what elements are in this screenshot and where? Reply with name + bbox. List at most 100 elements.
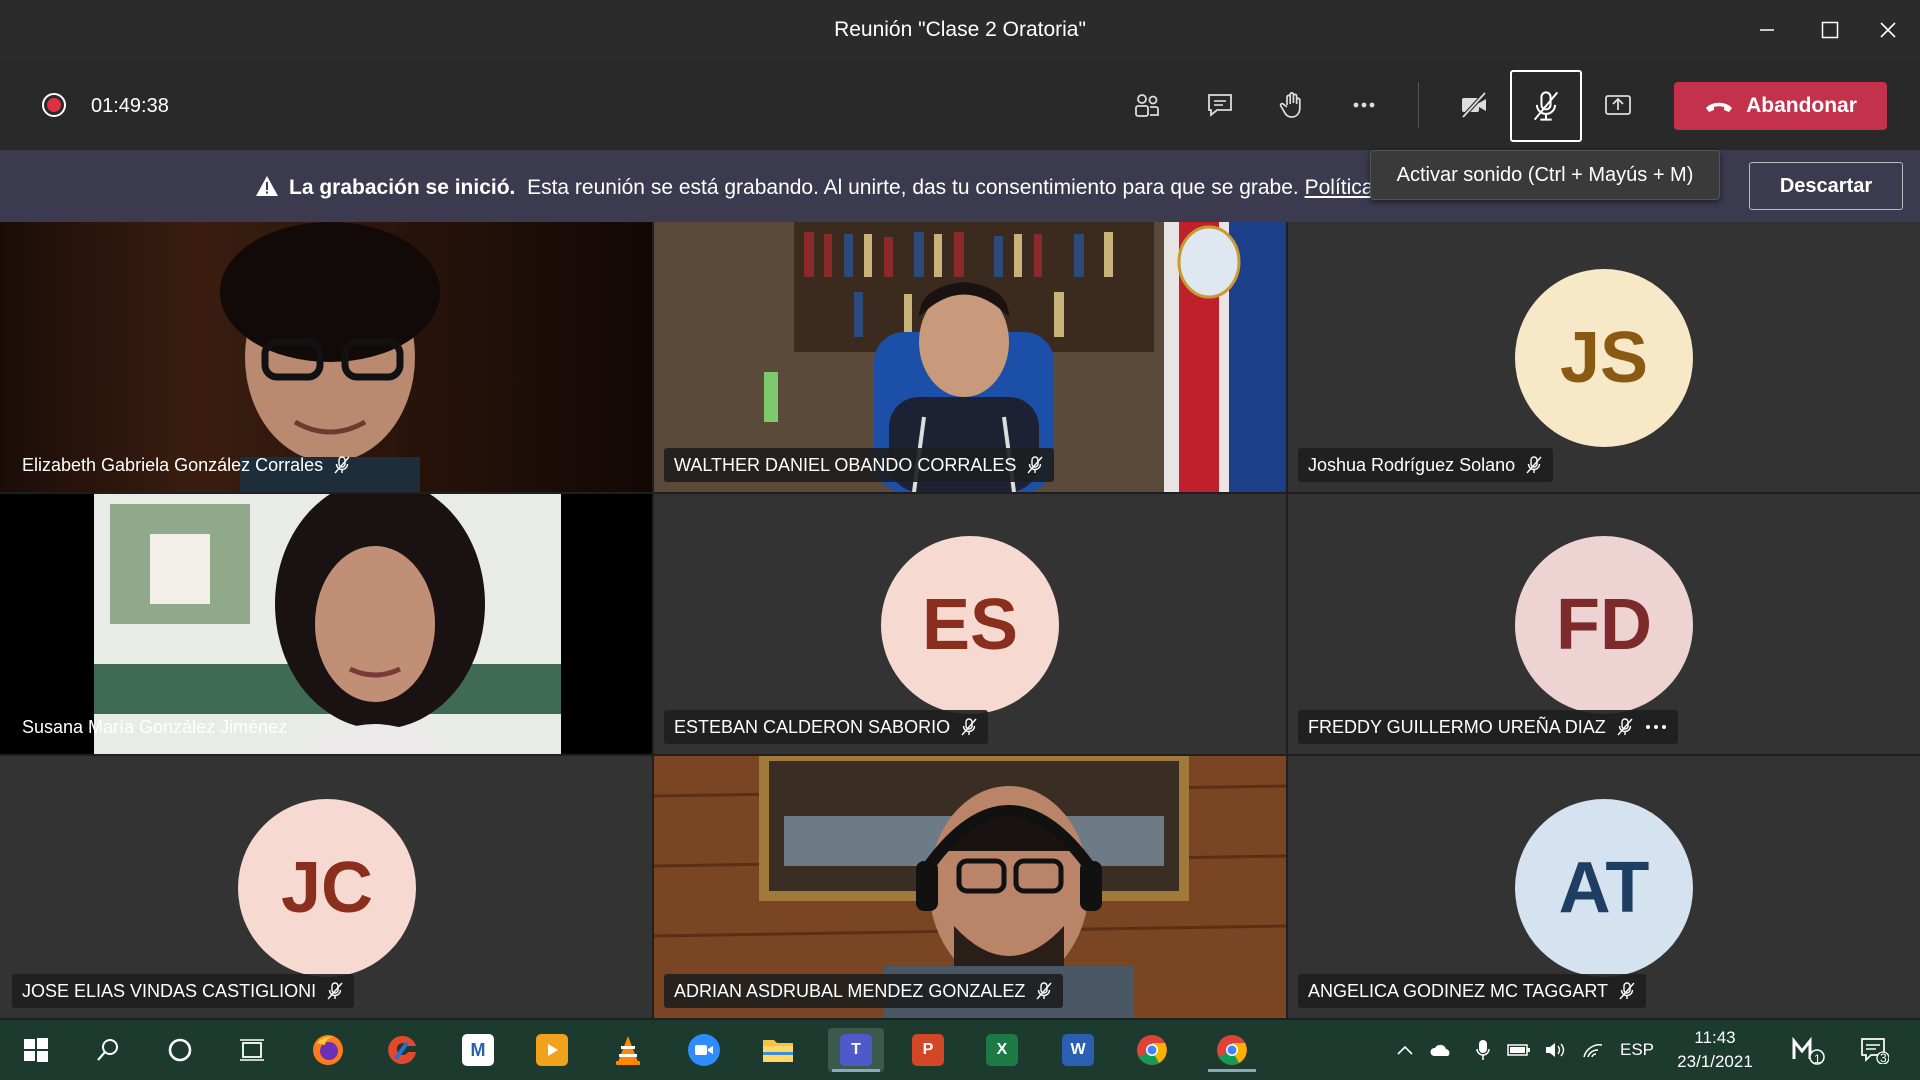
- more-actions-button[interactable]: [1339, 80, 1389, 130]
- recording-message: La grabación se inició. Esta reunión se …: [255, 175, 1391, 200]
- app-m-taskbar-button[interactable]: M: [456, 1028, 500, 1072]
- task-view-button[interactable]: [230, 1028, 274, 1072]
- maximize-icon: [1821, 21, 1839, 39]
- recording-text: Esta reunión se está grabando. Al unirte…: [527, 176, 1299, 199]
- close-window-button[interactable]: [1866, 10, 1910, 50]
- participant-tile[interactable]: ADRIAN ASDRUBAL MENDEZ GONZALEZ: [654, 756, 1286, 1018]
- avatar-initials: AT: [1558, 848, 1650, 928]
- camera-toggle-button[interactable]: [1449, 80, 1499, 130]
- recording-indicator-icon: [42, 93, 66, 117]
- participant-nameplate: WALTHER DANIEL OBANDO CORRALES: [664, 448, 1055, 482]
- start-button[interactable]: [14, 1028, 58, 1072]
- participant-tile[interactable]: JS Joshua Rodríguez Solano: [1288, 222, 1920, 492]
- battery-button[interactable]: [1504, 1028, 1534, 1072]
- participant-avatar: JC: [238, 799, 416, 977]
- firefox-taskbar-button[interactable]: [306, 1028, 350, 1072]
- chat-icon: [1208, 94, 1232, 117]
- participant-name: Elizabeth Gabriela González Corrales: [22, 454, 324, 475]
- chrome-profile-taskbar-button[interactable]: [1204, 1028, 1260, 1072]
- window-titlebar: Reunión "Clase 2 Oratoria": [0, 0, 1920, 60]
- raise-hand-button[interactable]: [1267, 80, 1317, 130]
- leave-label: Abandonar: [1746, 94, 1857, 117]
- participant-avatar: FD: [1515, 536, 1693, 714]
- participant-name: Joshua Rodríguez Solano: [1308, 454, 1516, 475]
- participant-name: ESTEBAN CALDERON SABORIO: [674, 716, 951, 737]
- maximize-button[interactable]: [1808, 10, 1852, 50]
- participant-tile[interactable]: Elizabeth Gabriela González Corrales: [0, 222, 652, 492]
- participant-tile[interactable]: Susana María González Jiménez: [0, 494, 652, 754]
- participant-avatar: AT: [1515, 799, 1693, 977]
- app-m-tray-button[interactable]: 1: [1786, 1028, 1830, 1072]
- windows-logo-icon: [24, 1038, 48, 1062]
- word-icon: W: [1062, 1034, 1094, 1066]
- minimize-button[interactable]: [1745, 10, 1789, 50]
- participant-name: JOSE ELIAS VINDAS CASTIGLIONI: [22, 980, 317, 1001]
- ccleaner-taskbar-button[interactable]: [380, 1028, 424, 1072]
- warning-icon: [256, 176, 278, 196]
- toolbar-divider: [1418, 82, 1419, 128]
- microphone-off-icon: [334, 456, 350, 474]
- participant-avatar: ES: [881, 536, 1059, 714]
- volume-button[interactable]: [1540, 1028, 1570, 1072]
- search-button[interactable]: [86, 1028, 130, 1072]
- chrome-taskbar-button[interactable]: [1130, 1028, 1174, 1072]
- participant-tile[interactable]: FD FREDDY GUILLERMO UREÑA DIAZ: [1288, 494, 1920, 754]
- mute-toggle-button[interactable]: [1510, 70, 1582, 142]
- participant-tile[interactable]: JC JOSE ELIAS VINDAS CASTIGLIONI: [0, 756, 652, 1018]
- participant-avatar: JS: [1515, 269, 1693, 447]
- cortana-button[interactable]: [158, 1028, 202, 1072]
- show-chat-button[interactable]: [1195, 80, 1245, 130]
- participant-nameplate: FREDDY GUILLERMO UREÑA DIAZ: [1298, 710, 1678, 744]
- participant-tile[interactable]: ES ESTEBAN CALDERON SABORIO: [654, 494, 1286, 754]
- meeting-toolbar: 01:49:38 Abandonar: [0, 60, 1920, 150]
- media-player-taskbar-button[interactable]: [530, 1028, 574, 1072]
- participant-nameplate: ANGELICA GODINEZ MC TAGGART: [1298, 974, 1647, 1008]
- task-view-icon: [240, 1039, 264, 1061]
- participants-icon: [1135, 94, 1159, 117]
- leave-meeting-button[interactable]: Abandonar: [1674, 82, 1887, 130]
- app-m-icon: M: [462, 1034, 494, 1066]
- dismiss-button[interactable]: Descartar: [1749, 162, 1903, 210]
- more-options-icon: [1353, 102, 1375, 108]
- participant-tile[interactable]: AT ANGELICA GODINEZ MC TAGGART: [1288, 756, 1920, 1018]
- vlc-taskbar-button[interactable]: [606, 1028, 650, 1072]
- excel-icon: X: [986, 1034, 1018, 1066]
- clock-date: 23/1/2021: [1677, 1052, 1753, 1071]
- microphone-tray-button[interactable]: [1468, 1028, 1498, 1072]
- teams-icon: T: [840, 1034, 872, 1066]
- microphone-off-icon: [1027, 456, 1043, 474]
- camera-off-icon: [1461, 91, 1487, 119]
- chevron-up-icon: [1397, 1045, 1413, 1055]
- show-hidden-icons-button[interactable]: [1390, 1028, 1420, 1072]
- powerpoint-taskbar-button[interactable]: P: [906, 1028, 950, 1072]
- avatar-initials: JS: [1559, 318, 1649, 398]
- chrome-icon: [1217, 1035, 1247, 1065]
- input-language-indicator[interactable]: ESP: [1620, 1040, 1654, 1060]
- system-clock[interactable]: 11:43 23/1/2021: [1660, 1026, 1770, 1074]
- file-explorer-taskbar-button[interactable]: [756, 1028, 800, 1072]
- onedrive-button[interactable]: [1426, 1028, 1456, 1072]
- cortana-icon: [168, 1038, 192, 1062]
- network-button[interactable]: [1578, 1028, 1608, 1072]
- recording-title: La grabación se inició.: [289, 176, 516, 199]
- microphone-off-icon: [1036, 982, 1052, 1000]
- excel-taskbar-button[interactable]: X: [980, 1028, 1024, 1072]
- volume-icon: [1546, 1043, 1565, 1057]
- windows-taskbar: M T P X W ESP 11:43 23/1/2021 1 3: [0, 1020, 1920, 1080]
- folder-icon: [763, 1040, 793, 1062]
- meeting-timer: 01:49:38: [91, 95, 169, 117]
- teams-taskbar-button[interactable]: T: [828, 1028, 884, 1072]
- participant-name: ADRIAN ASDRUBAL MENDEZ GONZALEZ: [674, 980, 1026, 1001]
- notification-center-button[interactable]: 3: [1852, 1028, 1896, 1072]
- unmute-tooltip: Activar sonido (Ctrl + Mayús + M): [1370, 150, 1720, 200]
- active-indicator: [832, 1069, 880, 1072]
- share-content-button[interactable]: [1593, 80, 1643, 130]
- more-options-icon[interactable]: [1644, 723, 1668, 731]
- participant-tile[interactable]: WALTHER DANIEL OBANDO CORRALES: [654, 222, 1286, 492]
- zoom-taskbar-button[interactable]: [682, 1028, 726, 1072]
- word-taskbar-button[interactable]: W: [1056, 1028, 1100, 1072]
- show-participants-button[interactable]: [1122, 80, 1172, 130]
- zoom-icon: [688, 1034, 720, 1066]
- search-icon: [97, 1039, 118, 1061]
- participant-name: FREDDY GUILLERMO UREÑA DIAZ: [1308, 716, 1606, 737]
